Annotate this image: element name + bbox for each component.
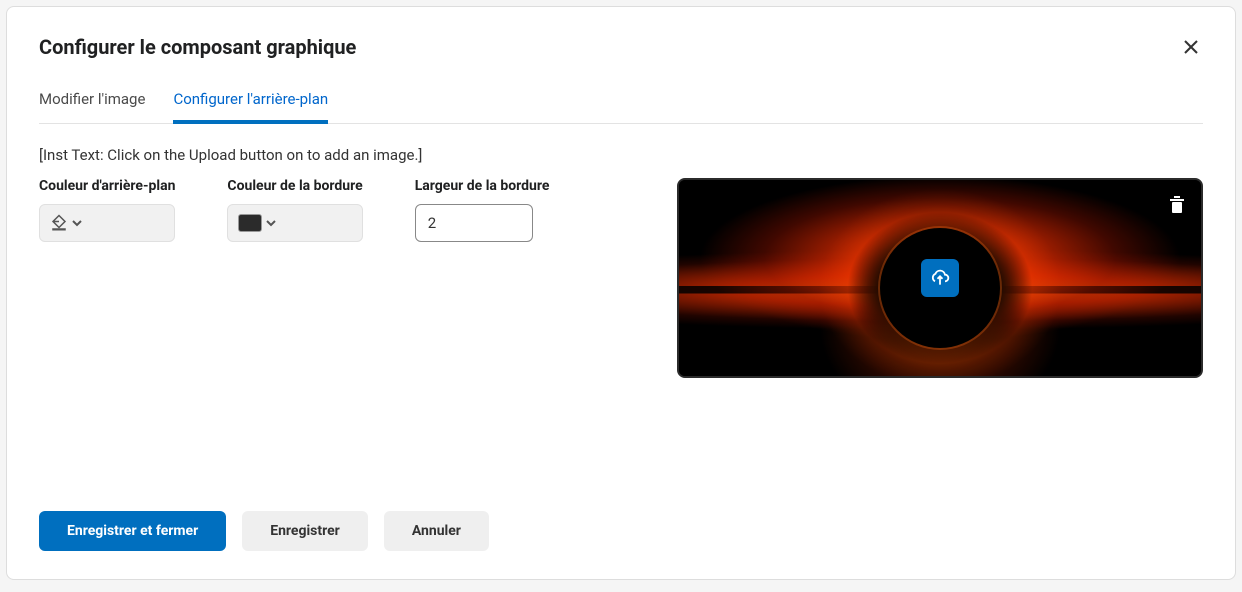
modal-title: Configurer le composant graphique — [39, 35, 356, 59]
image-preview-panel — [677, 178, 1203, 491]
upload-button[interactable] — [921, 259, 959, 297]
border-width-input[interactable] — [415, 204, 533, 242]
field-border-color: Couleur de la bordure — [227, 178, 362, 242]
cancel-button[interactable]: Annuler — [384, 511, 489, 551]
save-button[interactable]: Enregistrer — [242, 511, 368, 551]
content-row: Couleur d'arrière-plan Couleur de la bor… — [39, 178, 1203, 491]
border-color-label: Couleur de la bordure — [227, 178, 362, 194]
tab-edit-image[interactable]: Modifier l'image — [39, 90, 145, 124]
modal-header: Configurer le composant graphique — [39, 35, 1203, 62]
border-width-label: Largeur de la bordure — [415, 178, 550, 194]
save-close-button[interactable]: Enregistrer et fermer — [39, 511, 226, 551]
color-swatch-dark — [238, 214, 262, 232]
field-bg-color: Couleur d'arrière-plan — [39, 178, 175, 242]
trash-icon — [1169, 196, 1185, 214]
bg-color-label: Couleur d'arrière-plan — [39, 178, 175, 194]
bg-color-picker[interactable] — [39, 204, 175, 242]
chevron-down-icon — [72, 218, 82, 228]
form-controls: Couleur d'arrière-plan Couleur de la bor… — [39, 178, 637, 491]
modal-footer: Enregistrer et fermer Enregistrer Annule… — [39, 491, 1203, 551]
border-color-picker[interactable] — [227, 204, 362, 242]
configure-graphic-modal: Configurer le composant graphique Modifi… — [6, 6, 1236, 580]
instruction-text: [Inst Text: Click on the Upload button o… — [39, 146, 1203, 164]
cloud-upload-icon — [930, 268, 950, 288]
field-border-width: Largeur de la bordure — [415, 178, 550, 242]
image-preview — [677, 178, 1203, 378]
tab-configure-background[interactable]: Configurer l'arrière-plan — [173, 90, 328, 124]
chevron-down-icon — [266, 218, 276, 228]
delete-image-button[interactable] — [1165, 192, 1189, 221]
tab-bar: Modifier l'image Configurer l'arrière-pl… — [39, 90, 1203, 124]
close-icon — [1183, 39, 1199, 55]
fill-bucket-icon — [50, 214, 68, 232]
close-button[interactable] — [1179, 35, 1203, 62]
